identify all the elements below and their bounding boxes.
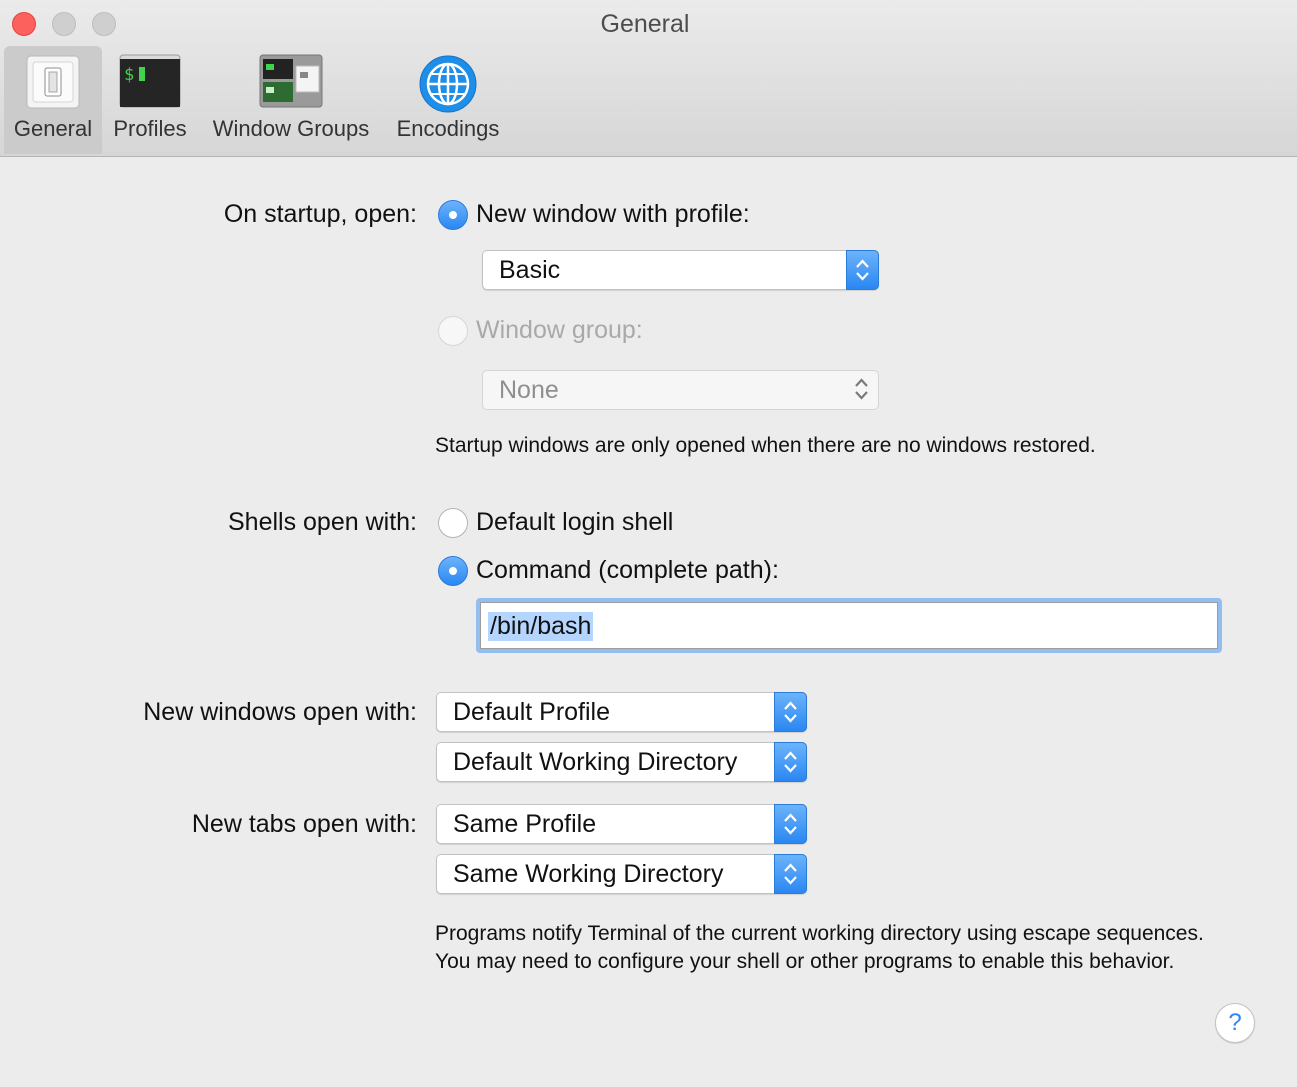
title-bar: General General $ Profiles Window Groups… (0, 0, 1297, 157)
new-windows-directory-popup[interactable]: Default Working Directory (436, 742, 807, 782)
help-button[interactable]: ? (1215, 1003, 1255, 1043)
command-path-input[interactable]: /bin/bash (476, 598, 1222, 653)
window-group-radio[interactable] (438, 316, 468, 346)
startup-profile-value: Basic (499, 256, 561, 284)
command-radio[interactable] (438, 556, 468, 586)
toolbar-label-window-groups: Window Groups (212, 116, 370, 141)
new-windows-profile-popup[interactable]: Default Profile (436, 692, 807, 732)
new-windows-label: New windows open with: (143, 698, 417, 726)
chevron-up-down-icon (774, 692, 807, 732)
toolbar-item-encodings[interactable]: Encodings (388, 46, 508, 154)
terminal-icon: $ (119, 54, 181, 108)
toolbar-item-general[interactable]: General (4, 46, 102, 154)
switch-icon (26, 55, 80, 109)
window-title: General (600, 10, 690, 38)
chevron-up-down-icon (774, 742, 807, 782)
chevron-up-down-icon (774, 804, 807, 844)
shells-label: Shells open with: (227, 508, 417, 536)
chevron-up-down-icon (846, 370, 879, 410)
chevron-up-down-icon (846, 250, 879, 290)
startup-label: On startup, open: (223, 200, 417, 228)
new-tabs-label: New tabs open with: (191, 810, 417, 838)
startup-note: Startup windows are only opened when the… (435, 434, 1096, 457)
toolbar-label-general: General (13, 116, 93, 141)
globe-icon (419, 55, 477, 113)
default-login-shell-radio[interactable] (438, 508, 468, 538)
window-groups-icon (259, 54, 323, 108)
footer-note: Programs notify Terminal of the current … (435, 922, 1204, 973)
toolbar-label-encodings: Encodings (396, 116, 500, 141)
new-windows-profile-value: Default Profile (453, 698, 611, 726)
preferences-window: General General $ Profiles Window Groups… (0, 0, 1297, 1087)
new-tabs-profile-popup[interactable]: Same Profile (436, 804, 807, 844)
new-window-radio-label: New window with profile: (476, 200, 750, 228)
startup-profile-popup[interactable]: Basic (482, 250, 879, 290)
window-group-value: None (499, 376, 559, 404)
window-group-popup[interactable]: None (482, 370, 879, 410)
default-login-shell-label: Default login shell (476, 508, 674, 536)
new-window-radio[interactable] (438, 200, 468, 230)
chevron-up-down-icon (774, 854, 807, 894)
window-group-radio-label: Window group: (476, 316, 643, 344)
new-tabs-directory-value: Same Working Directory (453, 860, 724, 888)
toolbar-item-profiles[interactable]: $ Profiles (104, 46, 196, 154)
command-radio-label: Command (complete path): (476, 556, 779, 584)
new-windows-directory-value: Default Working Directory (453, 748, 738, 776)
new-tabs-directory-popup[interactable]: Same Working Directory (436, 854, 807, 894)
toolbar-item-window-groups[interactable]: Window Groups (200, 46, 382, 154)
command-path-value: /bin/bash (488, 612, 594, 641)
terminal-prompt-glyph: $ (124, 65, 134, 85)
toolbar-label-profiles: Profiles (113, 116, 187, 141)
new-tabs-profile-value: Same Profile (453, 810, 597, 838)
